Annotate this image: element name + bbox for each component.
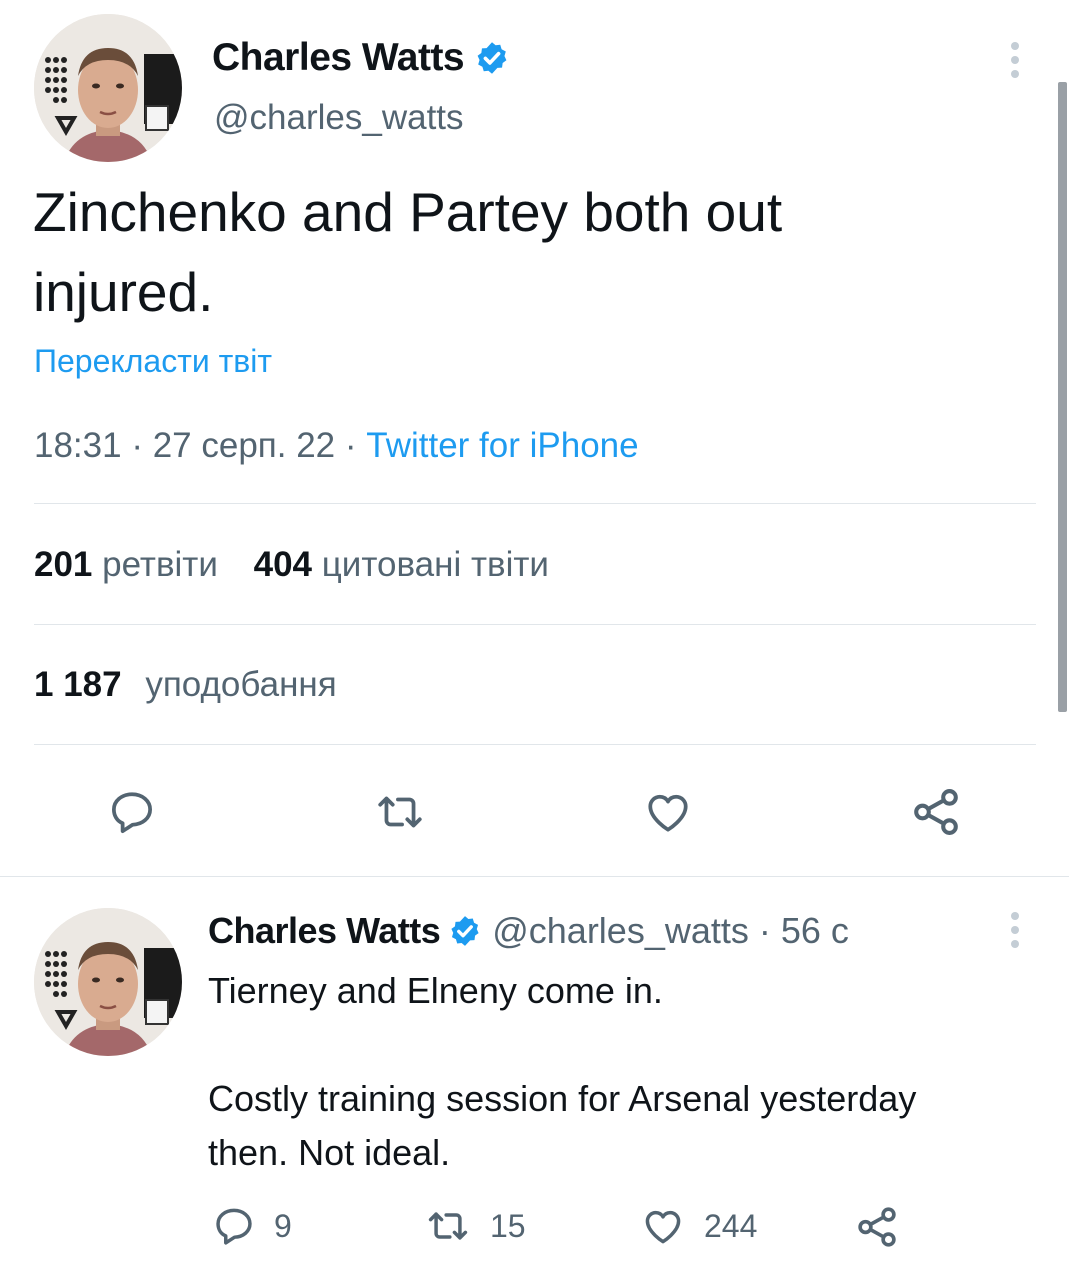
more-options-icon[interactable] xyxy=(1010,42,1020,78)
reply-icon xyxy=(112,792,152,834)
divider xyxy=(34,624,1036,625)
divider xyxy=(0,876,1069,877)
reply-button[interactable] xyxy=(100,784,164,840)
quotes-count: 404 xyxy=(253,545,313,584)
reply-author-handle[interactable]: @charles_watts xyxy=(492,910,749,952)
stats-row: 201 ретвіти 404 цитовані твіти xyxy=(34,545,549,585)
quotes-label: цитовані твіти xyxy=(321,545,549,584)
reply-author-avatar[interactable] xyxy=(34,908,182,1056)
likes-label: уподобання xyxy=(145,665,337,704)
reply-retweet-button[interactable]: 15 xyxy=(424,1204,526,1248)
reply-share-button[interactable] xyxy=(854,1204,900,1250)
meta-separator: · xyxy=(131,426,143,465)
tweet-time[interactable]: 18:31 xyxy=(34,426,122,465)
retweet-icon xyxy=(378,796,422,828)
reply-text-line: Costly training session for Arsenal yest… xyxy=(208,1078,917,1119)
avatar-image xyxy=(34,14,182,162)
reply-header: Charles Watts @charles_watts · 56 с xyxy=(208,910,849,952)
reply-text-line: then. Not ideal. xyxy=(208,1132,451,1173)
divider xyxy=(34,744,1036,745)
scrollbar[interactable] xyxy=(1058,82,1067,712)
like-icon xyxy=(645,1210,681,1244)
likes-count: 1 187 xyxy=(34,665,122,704)
retweets-label: ретвіти xyxy=(102,545,218,584)
like-count: 244 xyxy=(704,1207,758,1244)
share-icon xyxy=(858,1207,896,1247)
share-button[interactable] xyxy=(904,784,968,840)
reply-text: Tierney and Elneny come in. Costly train… xyxy=(208,964,916,1180)
reply-count: 9 xyxy=(274,1207,292,1244)
reply-reply-button[interactable]: 9 xyxy=(212,1204,292,1248)
meta-separator: · xyxy=(758,910,771,951)
author-name-text: Charles Watts xyxy=(212,36,465,79)
tweet-text-line: Zinchenko and Partey both out xyxy=(33,181,783,243)
author-name[interactable]: Charles Watts xyxy=(212,36,510,80)
tweet-source[interactable]: Twitter for iPhone xyxy=(366,426,638,465)
reply-like-button[interactable]: 244 xyxy=(640,1204,757,1248)
tweet-text: Zinchenko and Partey both out injured. xyxy=(33,172,782,332)
tweet-meta: 18:31 · 27 серп. 22 · Twitter for iPhone xyxy=(34,426,639,466)
reply-time[interactable]: 56 с xyxy=(781,910,849,952)
author-handle[interactable]: @charles_watts xyxy=(214,98,464,138)
likes-stat[interactable]: 1 187 уподобання xyxy=(34,665,337,705)
retweet-count: 15 xyxy=(490,1207,526,1244)
retweet-icon xyxy=(428,1212,468,1240)
retweet-button[interactable] xyxy=(368,784,432,840)
translate-link[interactable]: Перекласти твіт xyxy=(34,343,272,380)
reply-icon xyxy=(216,1208,252,1245)
author-avatar[interactable] xyxy=(34,14,182,162)
verified-badge-icon xyxy=(451,916,479,946)
like-button[interactable] xyxy=(636,784,700,840)
verified-badge-icon xyxy=(477,42,507,74)
retweets-stat[interactable]: 201 ретвіти xyxy=(34,545,228,584)
reply-text-line: Tierney and Elneny come in. xyxy=(208,970,663,1011)
quotes-stat[interactable]: 404 цитовані твіти xyxy=(254,545,549,584)
like-icon xyxy=(648,794,688,832)
tweet-text-line: injured. xyxy=(33,261,214,323)
reply-author-name[interactable]: Charles Watts xyxy=(208,910,441,952)
avatar-image xyxy=(34,908,182,1056)
share-icon xyxy=(914,789,958,835)
retweets-count: 201 xyxy=(34,545,93,584)
more-options-icon[interactable] xyxy=(1010,912,1020,948)
tweet-date[interactable]: 27 серп. 22 xyxy=(153,426,335,465)
divider xyxy=(34,503,1036,504)
meta-separator: · xyxy=(344,426,357,465)
